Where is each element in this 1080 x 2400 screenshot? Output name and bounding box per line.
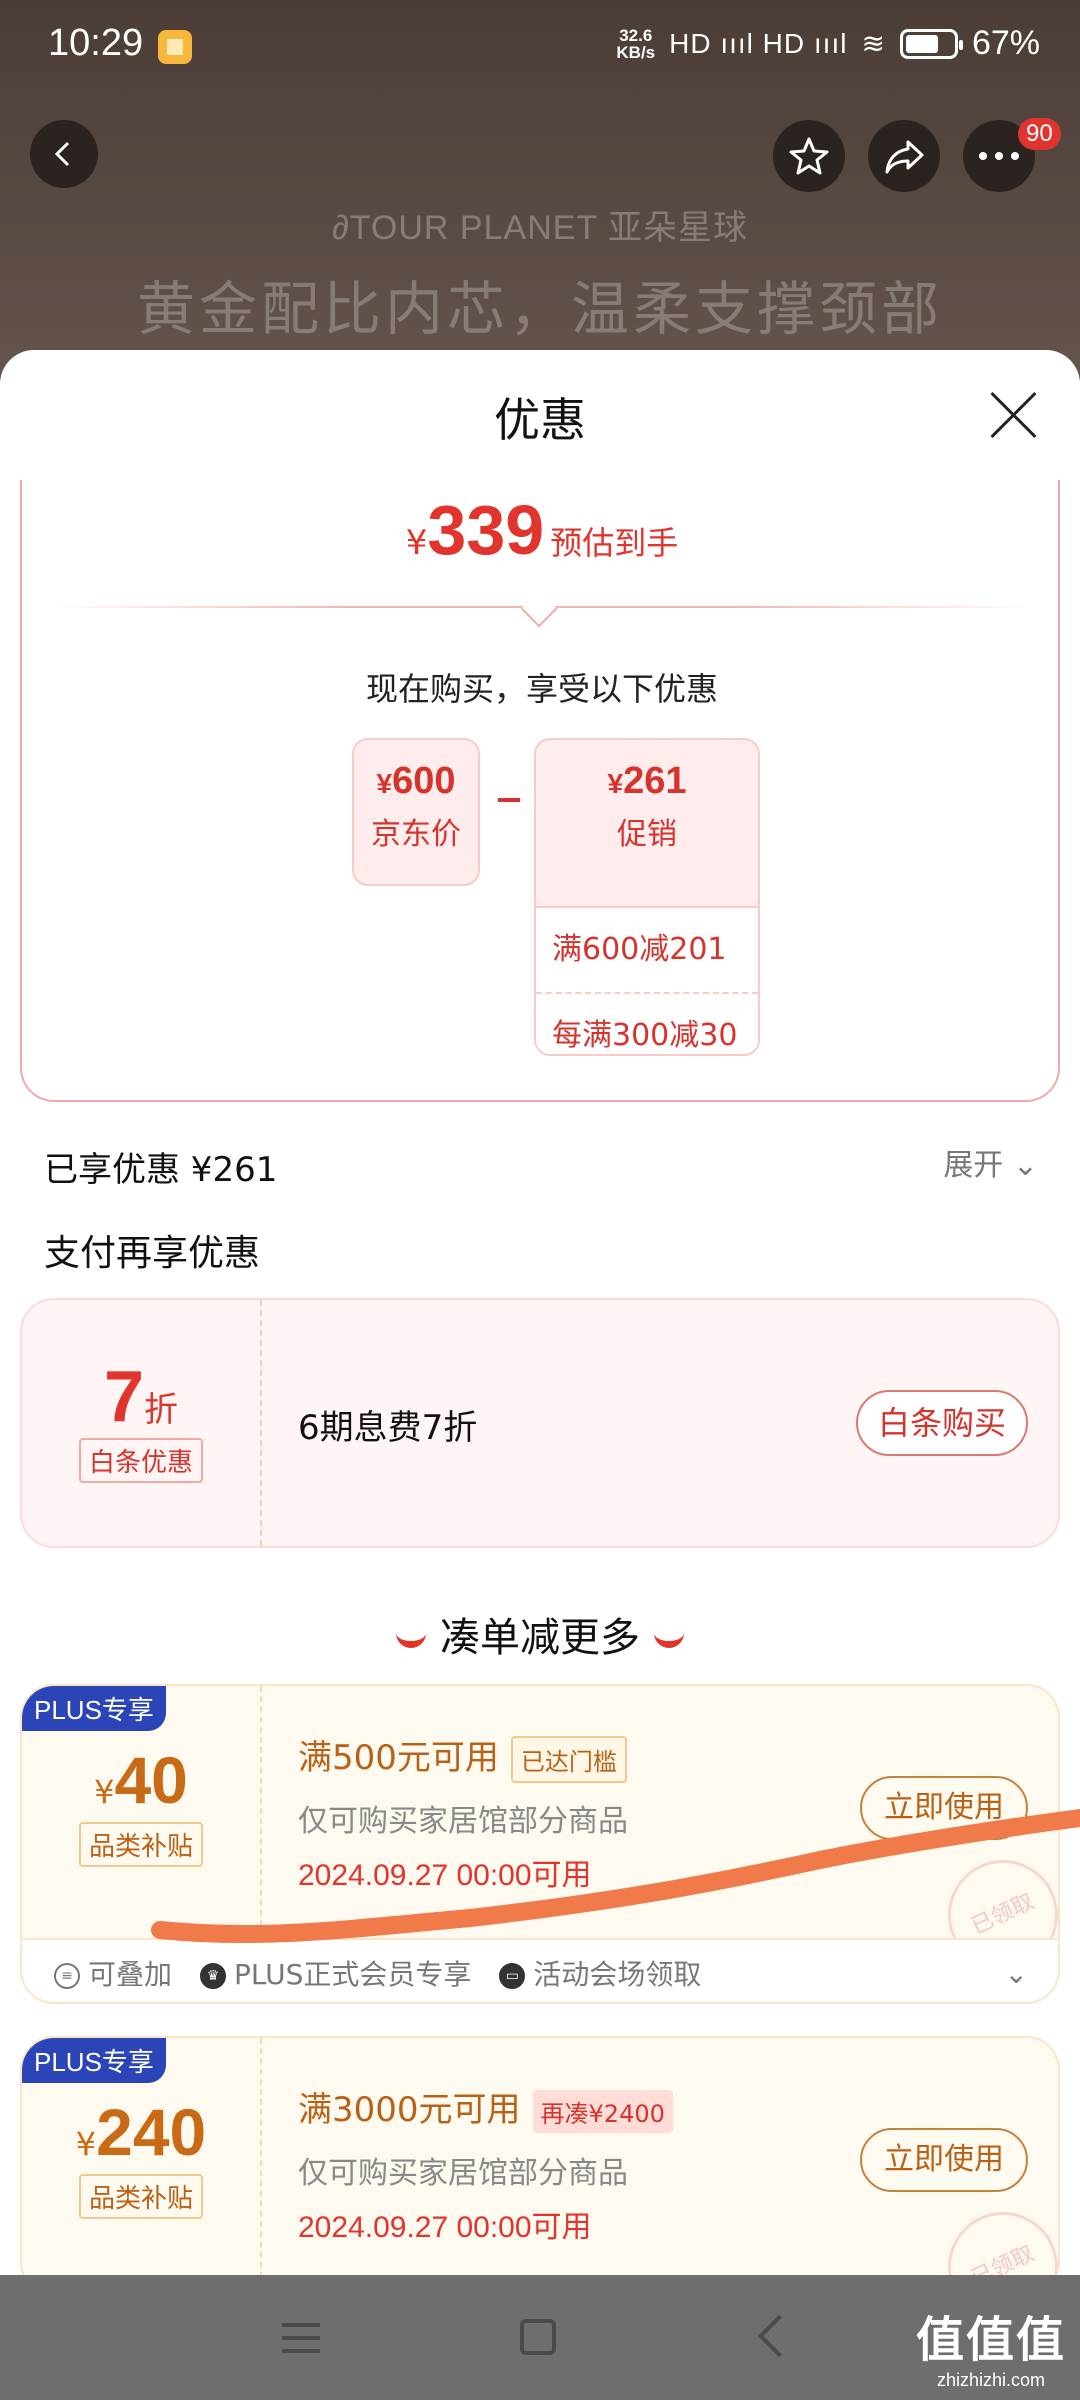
coupon-status-badge: 已达门槛 bbox=[510, 1736, 627, 1783]
estimated-price: ¥339 预估到手 bbox=[405, 491, 679, 569]
use-now-button[interactable]: 立即使用 bbox=[860, 2128, 1028, 2192]
favorite-button[interactable] bbox=[773, 120, 845, 192]
battery-percent: 67% bbox=[971, 24, 1040, 62]
status-right: 32.6 KB/s HD ıııl HD ıııl ≋ 67% bbox=[616, 24, 1040, 63]
crown-icon: ♛ bbox=[200, 1963, 227, 1989]
baitiao-offer-card: 7折 白条优惠 6期息费7折 白条购买 bbox=[20, 1298, 1060, 1548]
back-icon[interactable] bbox=[757, 2314, 801, 2358]
coupon-footer: ≡ 可叠加 ♛ PLUS正式会员专享 ▭ 活动会场领取 ⌄ bbox=[22, 1938, 1058, 2002]
watermark: 值值值 zhizhizhi.com bbox=[915, 2312, 1066, 2390]
divider-notch bbox=[520, 590, 558, 628]
baitiao-desc: 6期息费7折 bbox=[298, 1408, 478, 1448]
smile-icon bbox=[396, 1632, 426, 1648]
more-dots-icon bbox=[979, 152, 1019, 160]
use-now-button[interactable]: 立即使用 bbox=[860, 1776, 1028, 1840]
coupon-desc: 仅可购买家居馆部分商品 bbox=[298, 2156, 628, 2191]
jd-price-box: ¥600 京东价 bbox=[352, 738, 480, 886]
star-icon bbox=[789, 137, 829, 175]
coupon-title: 满500元可用 已达门槛 bbox=[298, 1730, 627, 1783]
baitiao-discount: 7 bbox=[103, 1357, 145, 1437]
status-time: 10:29 bbox=[48, 22, 144, 64]
promo-box: ¥261 促销 满600减201 每满300减30 bbox=[534, 738, 760, 1056]
discount-sheet: 优惠 ¥339 预估到手 现在购买，享受以下优惠 ¥600 京东价 ¥261 促销… bbox=[0, 350, 1080, 2275]
more-discounts-title: 凑单减更多 bbox=[0, 1605, 1080, 1663]
coupon-card: PLUS专享 ¥240 品类补贴 满3000元可用 再凑¥2400 仅可购买家居馆… bbox=[20, 2036, 1060, 2275]
promo-amount: 261 bbox=[623, 760, 687, 802]
chevron-left-icon bbox=[54, 141, 70, 167]
enjoyed-discount: 已享优惠 ¥261 bbox=[44, 1150, 278, 1190]
coupon-amount: 40 bbox=[114, 1743, 188, 1817]
coupon-card: PLUS专享 ¥40 品类补贴 满500元可用 已达门槛 仅可购买家居馆部分商品 … bbox=[20, 1684, 1060, 2004]
battery-icon bbox=[899, 28, 963, 59]
promo-rule: 每满300减30 bbox=[536, 992, 758, 1054]
ticket-icon: ▭ bbox=[499, 1963, 526, 1989]
signal-icon: HD ıııl HD ıııl bbox=[669, 27, 848, 59]
price-summary-card: ¥339 预估到手 现在购买，享受以下优惠 ¥600 京东价 ¥261 促销 满6… bbox=[20, 480, 1060, 1102]
coupon-status-badge: 再凑¥2400 bbox=[532, 2090, 673, 2133]
message-count-badge: 90 bbox=[1018, 118, 1061, 150]
coupon-category-tag: 品类补贴 bbox=[78, 1822, 203, 1867]
status-bar: 10:29 32.6 KB/s HD ıııl HD ıııl ≋ 67% bbox=[0, 0, 1080, 100]
wifi-icon: ≋ bbox=[861, 28, 886, 59]
menu-icon[interactable] bbox=[282, 2323, 320, 2353]
baitiao-buy-button[interactable]: 白条购买 bbox=[856, 1390, 1028, 1456]
network-speed: 32.6 KB/s bbox=[616, 25, 656, 62]
coupon-category-tag: 品类补贴 bbox=[78, 2174, 203, 2219]
home-icon[interactable] bbox=[520, 2319, 556, 2355]
coupon-amount: 240 bbox=[96, 2095, 207, 2169]
estimated-price-value: 339 bbox=[427, 491, 545, 569]
jd-price-label: 京东价 bbox=[371, 817, 461, 852]
brand-logo-text: ∂TOUR PLANET 亚朵星球 bbox=[331, 209, 749, 247]
back-button[interactable] bbox=[30, 120, 98, 188]
notification-app-icon bbox=[158, 30, 192, 64]
smile-icon bbox=[654, 1632, 684, 1648]
share-button[interactable] bbox=[868, 120, 940, 192]
coupon-date: 2024.09.27 00:00可用 bbox=[298, 2211, 592, 2244]
sheet-title: 优惠 bbox=[494, 393, 586, 447]
estimated-price-label: 预估到手 bbox=[550, 524, 679, 562]
promo-rule: 满600减201 bbox=[536, 908, 758, 992]
share-icon bbox=[885, 140, 924, 174]
coupon-title: 满3000元可用 再凑¥2400 bbox=[298, 2082, 673, 2133]
buy-now-text: 现在购买，享受以下优惠 bbox=[365, 670, 718, 708]
expand-button[interactable]: 展开 ⌄ bbox=[943, 1140, 1038, 1184]
chevron-down-icon[interactable]: ⌄ bbox=[1005, 1957, 1028, 1990]
stack-icon: ≡ bbox=[54, 1963, 80, 1989]
coupon-desc: 仅可购买家居馆部分商品 bbox=[298, 1804, 628, 1839]
jd-price-amount: 600 bbox=[392, 760, 456, 802]
claimed-stamp: 已领取 bbox=[929, 2193, 1058, 2275]
promo-label: 促销 bbox=[617, 817, 677, 852]
close-icon[interactable] bbox=[988, 390, 1038, 440]
product-slogan: 黄金配比内芯，温柔支撑颈部 bbox=[136, 275, 943, 343]
pay-more-title: 支付再享优惠 bbox=[44, 1233, 261, 1274]
baitiao-tag: 白条优惠 bbox=[78, 1438, 203, 1483]
coupon-date: 2024.09.27 00:00可用 bbox=[298, 1859, 592, 1892]
minus-sign bbox=[498, 798, 520, 802]
